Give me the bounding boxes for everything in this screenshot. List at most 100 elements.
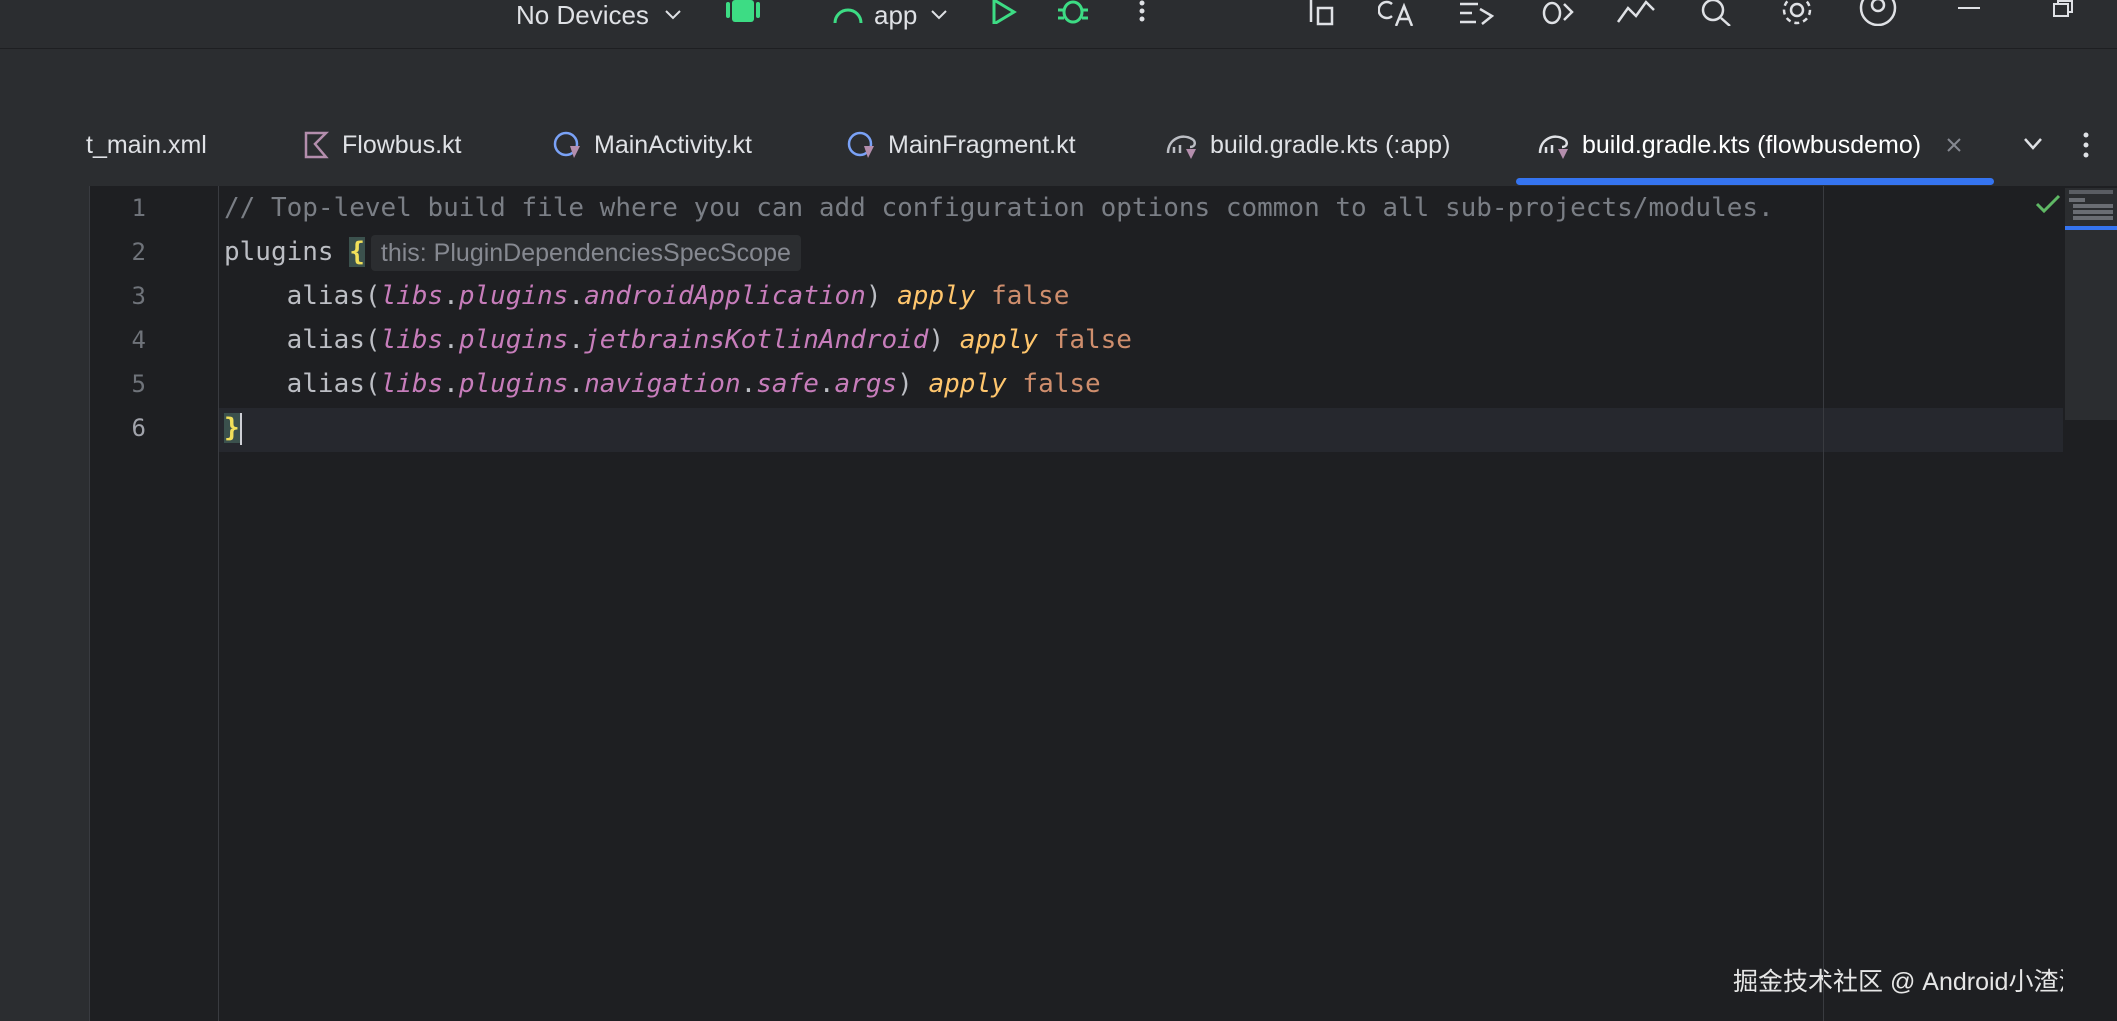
dot: . [568, 369, 585, 399]
minimap[interactable] [2065, 188, 2117, 420]
tab-activity-main-xml[interactable]: t_main.xml [86, 104, 207, 186]
close-paren: ) [928, 325, 945, 355]
alias-call: alias( [286, 281, 381, 311]
line-number: 6 [131, 414, 146, 442]
plugins-ref: plugins [458, 369, 569, 399]
plugins-ref: plugins [458, 325, 569, 355]
bug-sync-icon[interactable] [1538, 0, 1574, 26]
open-brace: { [349, 237, 365, 267]
tab-list-chevron-icon[interactable] [2022, 136, 2044, 152]
plugin-ref: safe [756, 369, 819, 399]
close-paren: ) [897, 369, 913, 399]
plugins-keyword: plugins [224, 237, 334, 267]
watermark: 掘金技术社区 @ Android小渣渣 [1733, 968, 2084, 996]
code-line-2: plugins {this: PluginDependenciesSpecSco… [224, 230, 801, 274]
format-list-icon[interactable] [1458, 0, 1494, 26]
chevron-down-icon [931, 10, 948, 20]
line-number: 5 [131, 370, 146, 398]
restore-window-icon[interactable] [2052, 0, 2074, 18]
dot: . [443, 369, 459, 399]
libs-ref: libs [380, 325, 444, 355]
line-number: 4 [131, 326, 146, 354]
settings-gear-icon[interactable] [1780, 0, 1814, 26]
more-vertical-icon[interactable] [2082, 132, 2090, 158]
apply-call: apply [928, 369, 1007, 399]
dot: . [568, 325, 585, 355]
inlay-type-hint: this: PluginDependenciesSpecScope [370, 234, 801, 271]
alias-call: alias( [286, 369, 381, 399]
android-head-icon [833, 8, 863, 24]
libs-ref: libs [380, 369, 444, 399]
account-icon[interactable] [1858, 0, 1898, 26]
code-editor[interactable]: // Top-level build file where you can ad… [219, 186, 2083, 1021]
debug-icon[interactable] [1056, 0, 1090, 24]
profiler-icon[interactable] [1616, 0, 1656, 26]
tab-mainfragment-kt[interactable]: MainFragment.kt [846, 104, 1076, 186]
kotlin-file-icon [304, 131, 330, 159]
tab-flowbus-kt[interactable]: Flowbus.kt [302, 104, 461, 186]
run-config-selector[interactable]: app [832, 0, 949, 30]
line-number: 3 [131, 282, 146, 310]
tab-mainactivity-kt[interactable]: MainActivity.kt [552, 104, 752, 186]
active-tab-indicator [1516, 178, 1994, 185]
apply-call: apply [959, 325, 1039, 355]
more-vertical-icon[interactable] [1138, 0, 1146, 22]
close-brace: } [224, 413, 240, 443]
search-icon[interactable] [1700, 0, 1734, 26]
tab-build-gradle-flowbusdemo[interactable]: build.gradle.kts (flowbusdemo) [1538, 104, 1975, 186]
plugin-ref: navigation [584, 369, 741, 399]
false-literal: false [1053, 325, 1132, 355]
tab-label: MainActivity.kt [594, 130, 752, 159]
text-caret [239, 412, 242, 445]
code-line-3: alias(libs.plugins.androidApplication) a… [224, 274, 1070, 318]
editor-tab-bar: t_main.xml Flowbus.kt MainActivity.kt Ma… [0, 104, 2117, 187]
libs-ref: libs [380, 281, 444, 311]
device-manager-icon[interactable] [1308, 0, 1336, 26]
gradle-icon [1166, 135, 1196, 159]
line-number: 1 [131, 194, 146, 222]
alias-call: alias( [286, 325, 381, 355]
kotlin-class-icon [847, 131, 874, 158]
close-tab-icon[interactable] [1945, 136, 1963, 154]
checkmark-icon[interactable] [2035, 194, 2061, 214]
code-line-5: alias(libs.plugins.navigation.safe.args)… [224, 362, 1101, 406]
kotlin-class-icon [553, 131, 580, 158]
code-line-1: // Top-level build file where you can ad… [224, 186, 1774, 230]
right-margin-guide [1823, 186, 1824, 1021]
comment: // Top-level build file where you can ad… [224, 193, 1774, 223]
dot: . [818, 369, 835, 399]
minimize-icon[interactable] [1958, 0, 1980, 14]
plugin-ref: androidApplication [584, 281, 866, 311]
minimap-preview [2065, 190, 2117, 230]
gradle-icon [1538, 135, 1568, 159]
apply-call: apply [897, 281, 976, 311]
false-literal: false [1022, 369, 1101, 399]
line-number: 2 [131, 238, 146, 266]
dot: . [740, 369, 757, 399]
tab-build-gradle-app[interactable]: build.gradle.kts (:app) [1166, 104, 1450, 186]
dot: . [568, 281, 585, 311]
android-icon[interactable] [726, 0, 760, 26]
dot: . [443, 325, 459, 355]
editor-scrollbar[interactable] [2035, 186, 2117, 1021]
tab-label: t_main.xml [86, 130, 207, 159]
current-line-highlight [219, 408, 2063, 452]
plugin-ref: jetbrainsKotlinAndroid [584, 325, 929, 355]
chevron-down-icon [665, 10, 681, 20]
translate-icon[interactable] [1378, 0, 1414, 26]
code-line-6: } [224, 406, 242, 450]
tab-label: Flowbus.kt [342, 130, 462, 159]
line-number-gutter: 1 2 3 4 5 6 [90, 186, 219, 1021]
tab-label: build.gradle.kts (:app) [1210, 130, 1451, 159]
dot: . [443, 281, 459, 311]
tab-label: MainFragment.kt [888, 130, 1076, 159]
false-literal: false [991, 281, 1070, 311]
tool-window-strip [0, 186, 90, 1021]
close-paren: ) [865, 281, 882, 311]
device-selector-label: No Devices [516, 0, 649, 30]
device-selector[interactable]: No Devices [516, 0, 683, 30]
tab-label: build.gradle.kts (flowbusdemo) [1582, 130, 1922, 159]
run-config-label: app [874, 0, 918, 30]
plugins-ref: plugins [458, 281, 569, 311]
run-icon[interactable] [990, 0, 1018, 24]
